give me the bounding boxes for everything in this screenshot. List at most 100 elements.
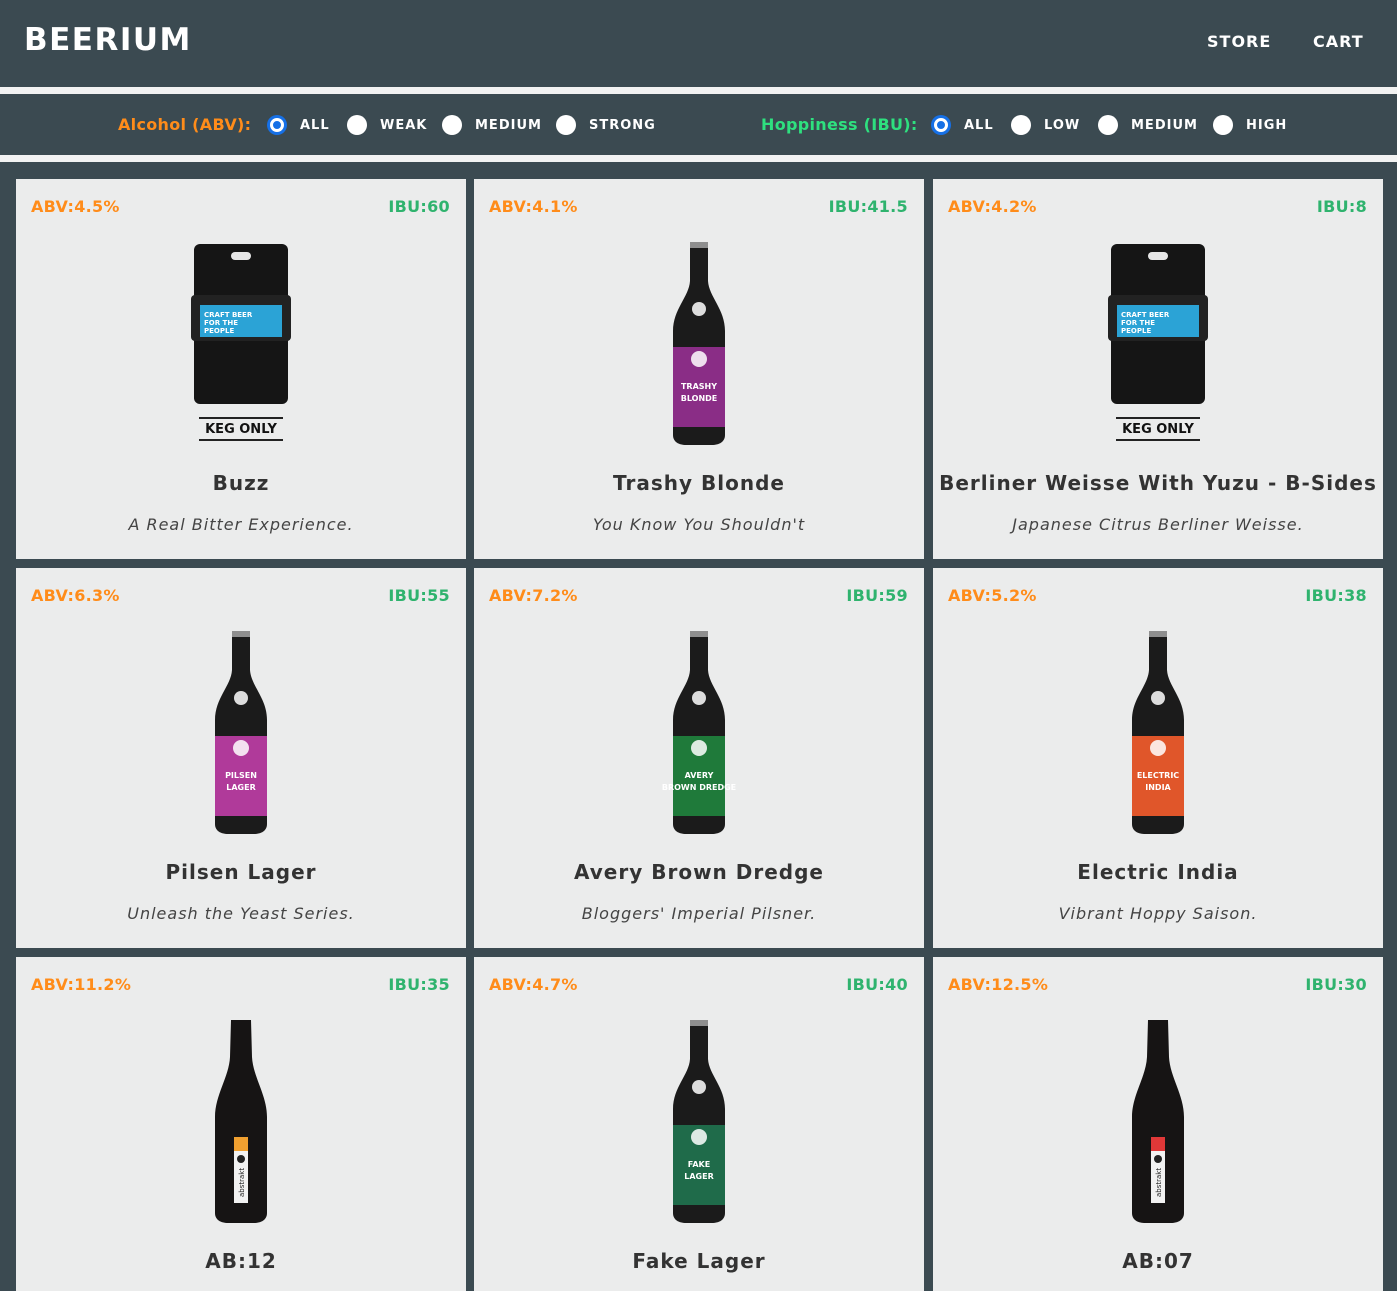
- brand-logo[interactable]: BEERIUM: [24, 22, 192, 58]
- keg-graphic: CRAFT BEERFOR THEPEOPLE KEG ONLY: [1108, 244, 1208, 441]
- abv-filter-weak[interactable]: WEAK: [347, 114, 427, 136]
- radio-unchecked-icon[interactable]: [1011, 115, 1031, 135]
- svg-text:AVERY: AVERY: [685, 771, 714, 780]
- ibu-filter-all[interactable]: ALL: [931, 114, 994, 136]
- abv-value: ABV:12.5%: [948, 975, 1049, 994]
- abv-filter-medium[interactable]: MEDIUM: [442, 114, 542, 136]
- svg-text:FAKE: FAKE: [688, 1160, 710, 1169]
- ibu-filter-low[interactable]: LOW: [1011, 114, 1080, 136]
- beer-card[interactable]: ABV:12.5% IBU:30 abstrakt AB:07: [933, 957, 1383, 1291]
- tall-bottle-graphic: abstrakt: [1132, 1020, 1184, 1223]
- abv-value: ABV:6.3%: [31, 586, 120, 605]
- abv-value: ABV:4.5%: [31, 197, 120, 216]
- bottle-graphic: AVERY BROWN DREDGE: [662, 631, 736, 834]
- ibu-value: IBU:35: [388, 975, 450, 994]
- beer-tagline: Japanese Citrus Berliner Weisse.: [1012, 515, 1304, 534]
- bottle-image: abstrakt: [215, 1020, 267, 1223]
- ibu-value: IBU:41.5: [828, 197, 908, 216]
- bottle-graphic: TRASHY BLONDE: [673, 242, 725, 445]
- svg-text:PEOPLE: PEOPLE: [1121, 327, 1151, 335]
- abv-filter-all[interactable]: ALL: [267, 114, 330, 136]
- ibu-filter-medium[interactable]: MEDIUM: [1098, 114, 1198, 136]
- ibu-value: IBU:30: [1305, 975, 1367, 994]
- beer-card[interactable]: ABV:7.2% IBU:59 AVERY BROWN DREDGE Avery …: [474, 568, 924, 948]
- keg-graphic: CRAFT BEERFOR THEPEOPLE KEG ONLY: [191, 244, 291, 441]
- radio-unchecked-icon[interactable]: [556, 115, 576, 135]
- bottle-image: AVERY BROWN DREDGE: [662, 631, 736, 834]
- abv-filter-label: Alcohol (ABV):: [118, 115, 252, 134]
- abv-value: ABV:7.2%: [489, 586, 578, 605]
- beer-name: Pilsen Lager: [165, 860, 317, 884]
- svg-text:KEG ONLY: KEG ONLY: [205, 422, 277, 437]
- radio-label: ALL: [300, 117, 330, 133]
- beer-name: AB:07: [1122, 1249, 1194, 1273]
- radio-label: ALL: [964, 117, 994, 133]
- radio-checked-icon[interactable]: [931, 115, 951, 135]
- bottle-image: abstrakt: [1132, 1020, 1184, 1223]
- ibu-filter-label: Hoppiness (IBU):: [761, 115, 918, 134]
- radio-label: WEAK: [380, 117, 428, 133]
- abv-value: ABV:5.2%: [948, 586, 1037, 605]
- beer-tagline: A Real Bitter Experience.: [128, 515, 354, 534]
- nav-store-link[interactable]: STORE: [1207, 32, 1271, 51]
- bottle-graphic: ELECTRIC INDIA: [1132, 631, 1184, 834]
- radio-unchecked-icon[interactable]: [347, 115, 367, 135]
- radio-unchecked-icon[interactable]: [1098, 115, 1118, 135]
- svg-text:BLONDE: BLONDE: [681, 394, 718, 403]
- svg-text:FOR THE: FOR THE: [204, 319, 238, 327]
- beer-card[interactable]: ABV:4.5% IBU:60 CRAFT BEER FOR THE PEOPLE K…: [16, 179, 466, 559]
- beer-tagline: Unleash the Yeast Series.: [127, 904, 355, 923]
- ibu-value: IBU:60: [388, 197, 450, 216]
- beer-card[interactable]: ABV:11.2% IBU:35 abstrakt AB:12: [16, 957, 466, 1291]
- top-header: BEERIUM STORE CART: [0, 0, 1397, 87]
- filter-divider: [0, 155, 1397, 162]
- beer-name: AB:12: [205, 1249, 277, 1273]
- keg-image: CRAFT BEERFOR THEPEOPLE KEG ONLY: [1108, 244, 1208, 441]
- bottle-image: ELECTRIC INDIA: [1132, 631, 1184, 834]
- ibu-value: IBU:8: [1316, 197, 1367, 216]
- svg-text:PEOPLE: PEOPLE: [204, 327, 234, 335]
- keg-image: CRAFT BEERFOR THEPEOPLE KEG ONLY: [191, 244, 291, 441]
- svg-text:BROWN DREDGE: BROWN DREDGE: [662, 783, 736, 792]
- radio-unchecked-icon[interactable]: [1213, 115, 1233, 135]
- abv-filter-strong[interactable]: STRONG: [556, 114, 656, 136]
- radio-label: STRONG: [589, 117, 656, 133]
- beer-card[interactable]: ABV:4.1% IBU:41.5 TRASHY BLONDE Trashy Bl…: [474, 179, 924, 559]
- radio-checked-icon[interactable]: [267, 115, 287, 135]
- svg-text:abstrakt: abstrakt: [1155, 1168, 1163, 1197]
- radio-label: LOW: [1044, 117, 1081, 133]
- ibu-value: IBU:38: [1305, 586, 1367, 605]
- beer-name: Buzz: [212, 471, 270, 495]
- radio-label: HIGH: [1246, 117, 1288, 133]
- beer-tagline: Vibrant Hoppy Saison.: [1058, 904, 1258, 923]
- svg-text:LAGER: LAGER: [684, 1172, 713, 1181]
- beer-card[interactable]: ABV:4.7% IBU:40 FAKE LAGER Fake Lager: [474, 957, 924, 1291]
- ibu-value: IBU:40: [846, 975, 908, 994]
- svg-text:LAGER: LAGER: [226, 783, 255, 792]
- abv-value: ABV:4.1%: [489, 197, 578, 216]
- radio-unchecked-icon[interactable]: [442, 115, 462, 135]
- beer-tagline: Bloggers' Imperial Pilsner.: [581, 904, 817, 923]
- header-divider: [0, 87, 1397, 94]
- ibu-value: IBU:59: [846, 586, 908, 605]
- tall-bottle-graphic: abstrakt: [215, 1020, 267, 1223]
- beer-name: Trashy Blonde: [613, 471, 785, 495]
- beer-card[interactable]: ABV:5.2% IBU:38 ELECTRIC INDIA Electric I…: [933, 568, 1383, 948]
- beer-card[interactable]: ABV:4.2% IBU:8 CRAFT BEER FOR THE PEOPLE KE…: [933, 179, 1383, 559]
- abv-value: ABV:4.7%: [489, 975, 578, 994]
- beer-name: Fake Lager: [632, 1249, 766, 1273]
- radio-label: MEDIUM: [475, 117, 542, 133]
- svg-text:ELECTRIC: ELECTRIC: [1137, 771, 1179, 780]
- nav-cart-link[interactable]: CART: [1313, 32, 1364, 51]
- bottle-image: FAKE LAGER: [673, 1020, 725, 1223]
- svg-text:FOR THE: FOR THE: [1121, 319, 1155, 327]
- svg-text:abstrakt: abstrakt: [238, 1168, 246, 1197]
- ibu-value: IBU:55: [388, 586, 450, 605]
- abv-value: ABV:11.2%: [31, 975, 132, 994]
- beer-tagline: You Know You Shouldn't: [592, 515, 806, 534]
- beer-name: Electric India: [1077, 860, 1239, 884]
- beer-card[interactable]: ABV:6.3% IBU:55 PILSEN LAGER Pilsen Lager…: [16, 568, 466, 948]
- beer-name: Berliner Weisse With Yuzu - B-Sides: [939, 471, 1377, 495]
- svg-text:PILSEN: PILSEN: [225, 771, 257, 780]
- ibu-filter-high[interactable]: HIGH: [1213, 114, 1287, 136]
